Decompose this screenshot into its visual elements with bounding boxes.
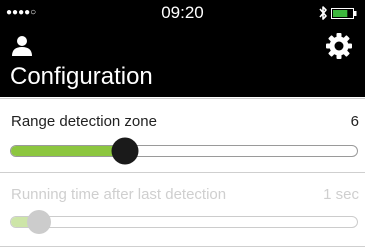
slider-thumb[interactable] xyxy=(26,210,51,234)
divider xyxy=(0,98,365,99)
setting-value: 6 xyxy=(350,113,359,130)
setting-value: 1 sec xyxy=(323,186,359,203)
battery-icon xyxy=(331,8,357,19)
battery-level-fill xyxy=(333,10,348,17)
user-icon[interactable] xyxy=(11,35,33,57)
setting-label: Range detection zone xyxy=(11,113,157,130)
status-time: 09:20 xyxy=(161,3,204,22)
range-detection-slider[interactable] xyxy=(10,137,358,165)
setting-label: Running time after last detection xyxy=(11,186,227,203)
bluetooth-icon xyxy=(319,6,327,20)
divider xyxy=(0,172,365,173)
divider xyxy=(0,246,365,247)
gear-icon[interactable] xyxy=(325,32,353,60)
slider-fill xyxy=(11,146,126,156)
running-time-slider[interactable] xyxy=(10,210,358,234)
page-title: Configuration xyxy=(10,63,153,90)
status-bar: ●●●●○ 09:20 xyxy=(0,0,365,26)
app-header: ●●●●○ 09:20 Configuration xyxy=(0,0,365,97)
slider-thumb[interactable] xyxy=(111,137,139,165)
